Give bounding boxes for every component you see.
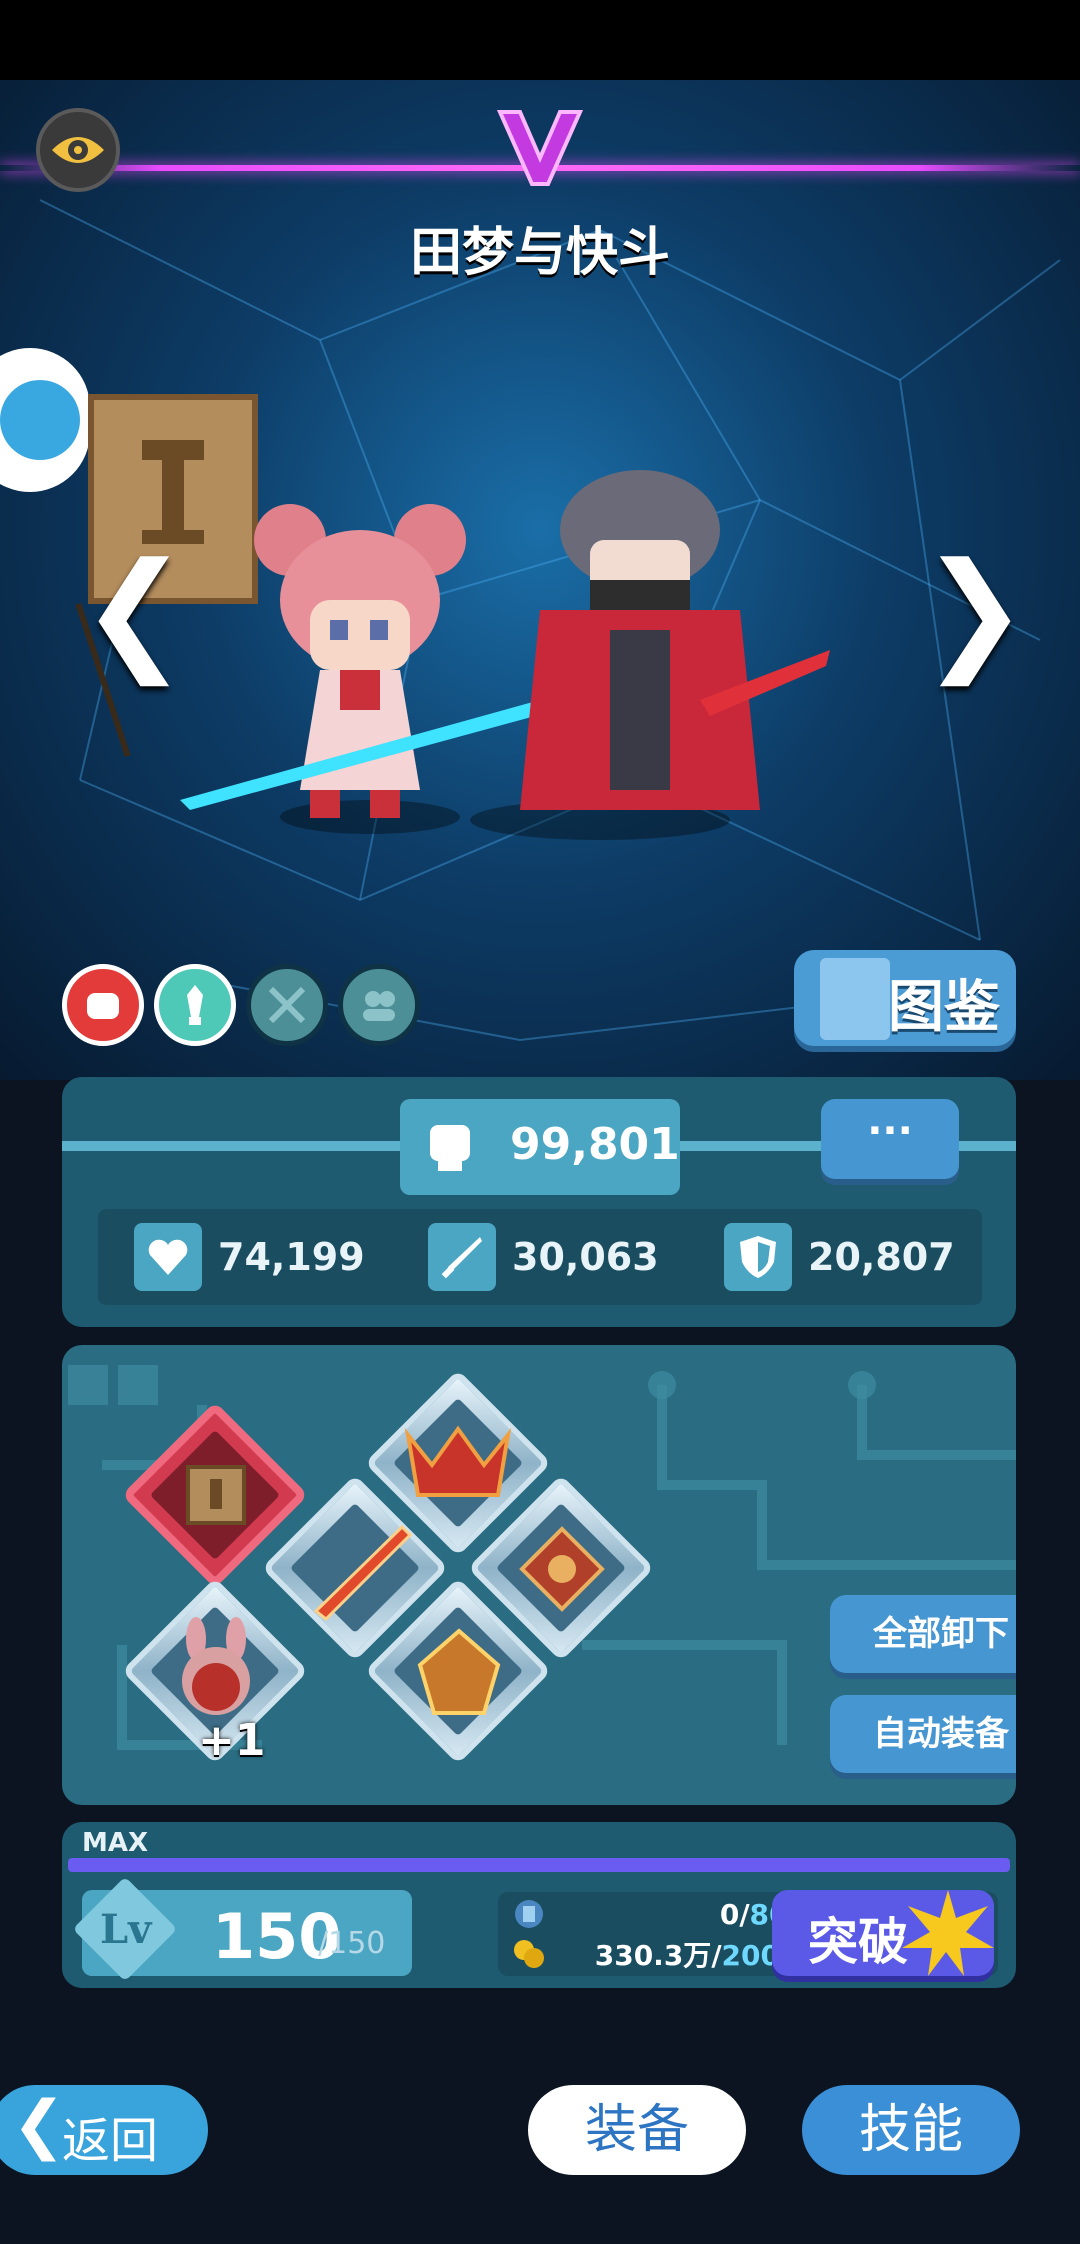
crossed-swords-filter-icon[interactable] — [246, 964, 328, 1046]
red-crown-icon — [404, 1425, 512, 1497]
gold-crest-icon — [417, 1628, 501, 1715]
hp-stat: 74,199 — [134, 1223, 365, 1291]
fist-icon — [430, 1125, 470, 1171]
material-separator: / — [739, 1898, 750, 1931]
emblem-icon — [519, 1526, 605, 1612]
red-sword-icon — [313, 1524, 412, 1622]
burst-icon — [902, 1890, 994, 1976]
character-name: 田梦与快斗 — [409, 223, 670, 283]
defense-value: 20,807 — [808, 1235, 955, 1279]
pet-level-badge: +1 — [198, 1715, 266, 1766]
unequip-all-button[interactable]: 全部卸下 — [830, 1595, 1016, 1673]
combat-power-value: 99,801 — [510, 1119, 680, 1170]
breakthrough-label: 突破 — [808, 1913, 908, 1971]
gold-coin-icon — [514, 1940, 544, 1968]
previous-character-arrow[interactable]: ❮ — [80, 545, 189, 675]
auto-equip-button[interactable]: 自动装备 — [830, 1695, 1016, 1773]
chevron-left-icon: ❮ — [12, 2088, 66, 2162]
defense-stat: 20,807 — [724, 1223, 955, 1291]
eye-icon[interactable] — [36, 108, 120, 192]
combat-power: 99,801 — [400, 1099, 680, 1195]
max-label: MAX — [82, 1828, 149, 1858]
gold-current: 330.3万 — [594, 1939, 712, 1972]
class-filters — [62, 964, 420, 1046]
heart-icon — [134, 1223, 202, 1291]
attack-value: 30,063 — [512, 1235, 659, 1279]
level-panel: MAX Lv 150 /150 0/800 330.3万/200万 突破 — [62, 1822, 1016, 1988]
level-box: Lv 150 /150 — [72, 1876, 412, 1982]
sword-filter-icon[interactable] — [154, 964, 236, 1046]
lv-label: Lv — [100, 1906, 152, 1953]
breakthrough-button[interactable]: 突破 — [772, 1890, 994, 1976]
hp-value: 74,199 — [218, 1235, 365, 1279]
next-character-arrow[interactable]: ❯ — [920, 545, 1029, 675]
exp-bar — [68, 1858, 1010, 1872]
tab-equipment[interactable]: 装备 — [528, 2085, 746, 2175]
tab-skills[interactable]: 技能 — [802, 2085, 1020, 2175]
group-filter-icon[interactable] — [338, 964, 420, 1046]
material-current: 0 — [719, 1898, 740, 1931]
mystery-box-slot-icon — [186, 1465, 246, 1525]
catalog-label: 图鉴 — [888, 975, 1000, 1040]
status-bar — [0, 0, 1080, 80]
catalog-button[interactable]: 图鉴 — [794, 950, 1016, 1046]
sub-stats: 74,199 30,063 20,807 — [98, 1209, 982, 1305]
material-icon — [515, 1900, 543, 1928]
fist-filter-icon[interactable] — [62, 964, 144, 1046]
rank-badge-icon — [496, 110, 584, 186]
more-stats-button[interactable]: ··· — [821, 1099, 959, 1179]
shield-icon — [724, 1223, 792, 1291]
attack-stat: 30,063 — [428, 1223, 659, 1291]
stats-panel: 99,801 ··· 74,199 30,063 20,807 — [62, 1077, 1016, 1327]
back-button[interactable]: ❮ 返回 — [0, 2085, 208, 2175]
gold-separator: / — [711, 1939, 722, 1972]
red-coat-character — [520, 470, 830, 810]
sword-icon — [428, 1223, 496, 1291]
bunny-pet-icon — [182, 1617, 250, 1715]
book-icon — [820, 958, 890, 1040]
level-max: /150 — [318, 1926, 386, 1961]
back-label: 返回 — [62, 2113, 159, 2169]
